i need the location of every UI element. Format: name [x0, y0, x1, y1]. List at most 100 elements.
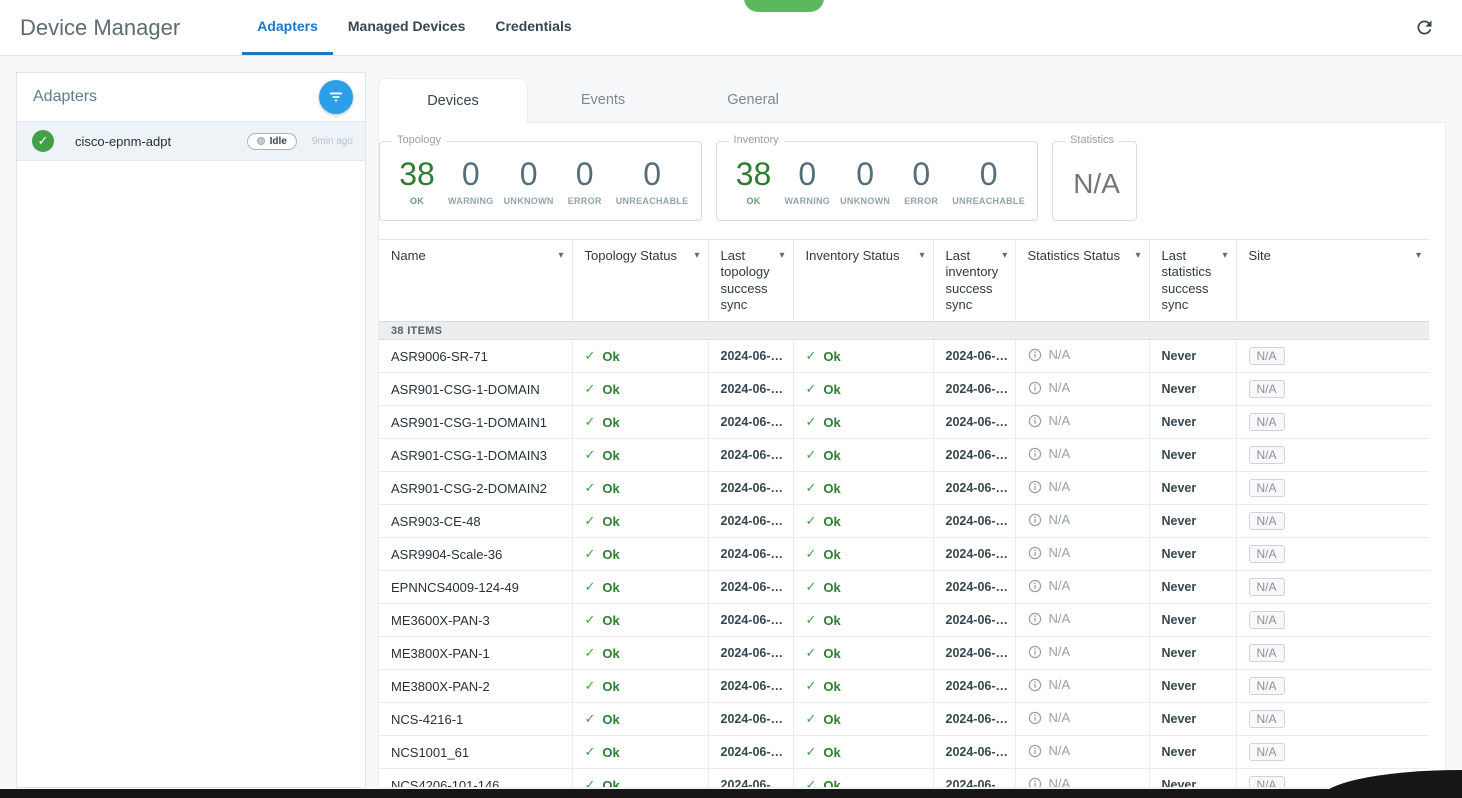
- cell-last-statistics-sync: Never: [1149, 571, 1236, 604]
- cell-topology-status: ✓Ok: [572, 538, 708, 571]
- table-row[interactable]: ME3800X-PAN-1✓Ok2024-06-…✓Ok2024-06-…N/A…: [379, 637, 1429, 670]
- cell-last-inventory-sync: 2024-06-…: [933, 538, 1015, 571]
- col-last-topology-success-sync[interactable]: Last topology success sync▾: [708, 240, 793, 322]
- cell-name: ASR901-CSG-1-DOMAIN1: [379, 406, 572, 439]
- cell-last-topology-sync: 2024-06-…: [708, 439, 793, 472]
- table-row[interactable]: ASR901-CSG-1-DOMAIN3✓Ok2024-06-…✓Ok2024-…: [379, 439, 1429, 472]
- col-site[interactable]: Site▾: [1236, 240, 1429, 322]
- cell-inventory-status: ✓Ok: [793, 637, 933, 670]
- screen-edge-shadow: [0, 789, 1462, 798]
- site-na-chip: N/A: [1249, 479, 1285, 497]
- cell-site: N/A: [1236, 439, 1429, 472]
- cell-last-topology-sync: 2024-06-…: [708, 505, 793, 538]
- info-icon: [1028, 744, 1042, 758]
- cell-statistics-status: N/A: [1015, 406, 1149, 439]
- refresh-button[interactable]: [1406, 10, 1442, 46]
- cell-inventory-status: ✓Ok: [793, 538, 933, 571]
- col-topology-status[interactable]: Topology Status ▾: [572, 240, 708, 322]
- column-dropdown-icon[interactable]: ▾: [1416, 248, 1421, 264]
- column-label: Statistics Status: [1028, 248, 1120, 264]
- column-dropdown-icon[interactable]: ▾: [1002, 248, 1007, 313]
- check-icon: ✓: [585, 480, 596, 496]
- cell-last-topology-sync: 2024-06-…: [708, 736, 793, 769]
- column-label: Last statistics success sync: [1162, 248, 1219, 313]
- header-tab-credentials[interactable]: Credentials: [480, 0, 586, 55]
- table-row[interactable]: ASR901-CSG-1-DOMAIN1✓Ok2024-06-…✓Ok2024-…: [379, 406, 1429, 439]
- counter-error: 0ERROR: [564, 158, 606, 206]
- cell-statistics-status: N/A: [1015, 505, 1149, 538]
- table-row[interactable]: ASR9904-Scale-36✓Ok2024-06-…✓Ok2024-06-……: [379, 538, 1429, 571]
- cell-name: ASR903-CE-48: [379, 505, 572, 538]
- site-na-chip: N/A: [1249, 446, 1285, 464]
- column-dropdown-icon[interactable]: ▾: [919, 248, 924, 264]
- table-row[interactable]: ASR9006-SR-71✓Ok2024-06-…✓Ok2024-06-…N/A…: [379, 340, 1429, 373]
- cell-name: ME3800X-PAN-2: [379, 670, 572, 703]
- table-row[interactable]: ME3600X-PAN-3✓Ok2024-06-…✓Ok2024-06-…N/A…: [379, 604, 1429, 637]
- cell-last-topology-sync: 2024-06-…: [708, 571, 793, 604]
- tab-events[interactable]: Events: [528, 78, 678, 122]
- table-row[interactable]: ASR901-CSG-1-DOMAIN✓Ok2024-06-…✓Ok2024-0…: [379, 373, 1429, 406]
- check-icon: ✓: [585, 447, 596, 463]
- cell-name: ASR9904-Scale-36: [379, 538, 572, 571]
- header-tab-managed-devices[interactable]: Managed Devices: [333, 0, 481, 55]
- table-row[interactable]: ME3800X-PAN-2✓Ok2024-06-…✓Ok2024-06-…N/A…: [379, 670, 1429, 703]
- info-icon: [1028, 678, 1042, 692]
- table-header-row: Name▾Topology Status▾Last topology succe…: [379, 240, 1429, 322]
- table-row[interactable]: ASR903-CE-48✓Ok2024-06-…✓Ok2024-06-…N/AN…: [379, 505, 1429, 538]
- table-row[interactable]: ASR901-CSG-2-DOMAIN2✓Ok2024-06-…✓Ok2024-…: [379, 472, 1429, 505]
- cell-last-statistics-sync: Never: [1149, 406, 1236, 439]
- column-dropdown-icon[interactable]: ▾: [694, 248, 699, 264]
- col-last-inventory-success-sync[interactable]: Last inventory success sync▾: [933, 240, 1015, 322]
- check-icon: ✓: [585, 546, 596, 562]
- cell-statistics-status: N/A: [1015, 571, 1149, 604]
- tab-devices[interactable]: Devices: [378, 78, 528, 123]
- stat-box-topology: Topology38OK0WARNING0UNKNOWN0ERROR0UNREA…: [379, 141, 702, 221]
- table-row[interactable]: NCS-4216-1✓Ok2024-06-…✓Ok2024-06-…N/ANev…: [379, 703, 1429, 736]
- cell-inventory-status: ✓Ok: [793, 439, 933, 472]
- devices-table-head: Name▾Topology Status▾Last topology succe…: [379, 240, 1429, 322]
- counter-value: 0: [798, 158, 816, 190]
- check-icon: ✓: [806, 348, 817, 364]
- cell-inventory-status: ✓Ok: [793, 373, 933, 406]
- col-name[interactable]: Name▾: [379, 240, 572, 322]
- check-icon: ✓: [806, 513, 817, 529]
- adapter-status-ok-icon: ✓: [32, 130, 54, 152]
- column-label: Topology Status: [585, 248, 678, 264]
- filter-button[interactable]: [319, 80, 353, 114]
- cell-last-inventory-sync: 2024-06-…: [933, 670, 1015, 703]
- column-dropdown-icon[interactable]: ▾: [1135, 248, 1140, 264]
- check-icon: ✓: [585, 579, 596, 595]
- adapters-panel-title: Adapters: [33, 88, 97, 106]
- column-dropdown-icon[interactable]: ▾: [779, 248, 784, 313]
- counter-label: OK: [746, 196, 760, 206]
- table-row[interactable]: NCS1001_61✓Ok2024-06-…✓Ok2024-06-…N/ANev…: [379, 736, 1429, 769]
- column-dropdown-icon[interactable]: ▾: [558, 248, 563, 264]
- table-row[interactable]: NCS4206-101-146✓Ok2024-06-✓Ok2024-06-N/A…: [379, 769, 1429, 789]
- cell-name: ME3600X-PAN-3: [379, 604, 572, 637]
- column-dropdown-icon[interactable]: ▾: [1222, 248, 1227, 313]
- site-na-chip: N/A: [1249, 347, 1285, 365]
- info-icon: [1028, 414, 1042, 428]
- cell-site: N/A: [1236, 406, 1429, 439]
- cell-statistics-status: N/A: [1015, 604, 1149, 637]
- counter-label: WARNING: [448, 196, 494, 206]
- partial-green-button[interactable]: [744, 0, 824, 12]
- stat-box-statistics: StatisticsN/A: [1052, 141, 1137, 221]
- counter-label: WARNING: [785, 196, 831, 206]
- filter-list-icon: [328, 89, 344, 105]
- header-tab-adapters[interactable]: Adapters: [242, 0, 333, 55]
- col-last-statistics-success-sync[interactable]: Last statistics success sync▾: [1149, 240, 1236, 322]
- table-row[interactable]: EPNNCS4009-124-49✓Ok2024-06-…✓Ok2024-06-…: [379, 571, 1429, 604]
- cell-last-inventory-sync: 2024-06-…: [933, 406, 1015, 439]
- cell-inventory-status: ✓Ok: [793, 472, 933, 505]
- tab-general[interactable]: General: [678, 78, 828, 122]
- site-na-chip: N/A: [1249, 644, 1285, 662]
- cell-site: N/A: [1236, 571, 1429, 604]
- adapter-list-item[interactable]: ✓ cisco-epnm-adpt Idle 9min ago: [17, 121, 365, 161]
- col-inventory-status[interactable]: Inventory Status▾: [793, 240, 933, 322]
- col-statistics-status[interactable]: Statistics Status ▾: [1015, 240, 1149, 322]
- app-title: Device Manager: [20, 15, 180, 41]
- check-icon: ✓: [585, 678, 596, 694]
- cell-last-inventory-sync: 2024-06-…: [933, 604, 1015, 637]
- adapters-panel-header: Adapters: [17, 73, 365, 121]
